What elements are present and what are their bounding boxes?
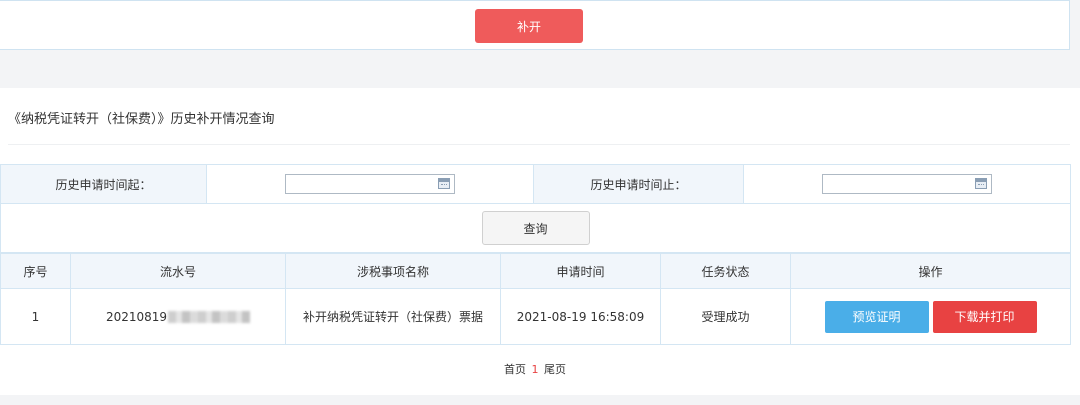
- end-date-label: 历史申请时间止：: [533, 164, 744, 204]
- table-header-row: 序号 流水号 涉税事项名称 申请时间 任务状态 操作: [0, 253, 1071, 289]
- row-status: 受理成功: [660, 288, 791, 345]
- bottom-spacer: [0, 395, 1080, 405]
- row-serial: 20210819: [70, 288, 286, 345]
- page-title: 《纳税凭证转开（社保费）》历史补开情况查询: [8, 112, 275, 127]
- first-page-link[interactable]: 首页: [504, 363, 526, 376]
- serial-number-text: 20210819: [105, 309, 168, 324]
- redacted-mask: [168, 311, 251, 323]
- end-date-input[interactable]: [830, 175, 984, 193]
- col-header-index: 序号: [0, 253, 71, 289]
- col-header-apply-time: 申请时间: [500, 253, 661, 289]
- calendar-icon[interactable]: [975, 178, 987, 189]
- row-item-name: 补开纳税凭证转开（社保费）票据: [285, 288, 501, 345]
- row-apply-time: 2021-08-19 16:58:09: [500, 288, 661, 345]
- history-table: 序号 流水号 涉税事项名称 申请时间 任务状态 操作 1 20210819 补开…: [0, 253, 1071, 345]
- row-actions: 预览证明 下载并打印: [790, 288, 1071, 345]
- preview-certificate-button[interactable]: 预览证明: [824, 300, 929, 333]
- reissue-button[interactable]: 补开: [475, 9, 583, 43]
- history-query-panel: 《纳税凭证转开（社保费）》历史补开情况查询 历史申请时间起： 历史申请时间止：: [0, 88, 1080, 395]
- table-row: 1 20210819 补开纳税凭证转开（社保费）票据 2021-08-19 16…: [0, 288, 1071, 345]
- start-date-input[interactable]: [293, 175, 447, 193]
- reissue-panel: 补开: [0, 0, 1070, 50]
- filter-form: 历史申请时间起： 历史申请时间止： 查询: [0, 164, 1071, 253]
- pagination: 首页 1 尾页: [0, 361, 1070, 377]
- row-index: 1: [0, 288, 71, 345]
- start-date-field[interactable]: [285, 174, 455, 194]
- current-page-number[interactable]: 1: [532, 363, 539, 376]
- end-date-field[interactable]: [822, 174, 992, 194]
- col-header-serial: 流水号: [70, 253, 286, 289]
- query-button[interactable]: 查询: [481, 211, 590, 245]
- last-page-link[interactable]: 尾页: [544, 363, 566, 376]
- calendar-icon[interactable]: [438, 178, 450, 189]
- download-print-button[interactable]: 下载并打印: [932, 300, 1037, 333]
- start-date-label: 历史申请时间起：: [0, 164, 207, 204]
- col-header-status: 任务状态: [660, 253, 791, 289]
- col-header-item-name: 涉税事项名称: [285, 253, 501, 289]
- col-header-actions: 操作: [790, 253, 1071, 289]
- title-divider: [8, 144, 1070, 145]
